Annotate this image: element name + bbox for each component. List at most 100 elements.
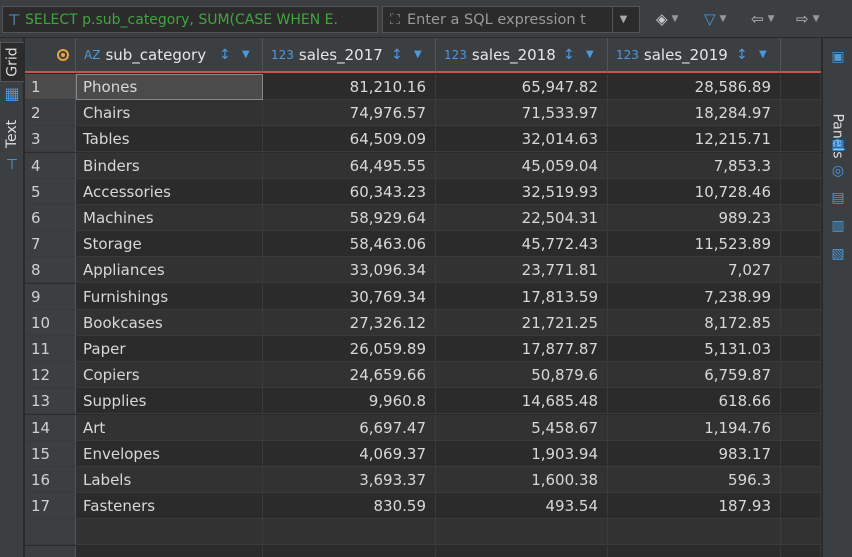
row-number[interactable]: 9 bbox=[25, 283, 76, 310]
grouping-icon[interactable]: ▥ bbox=[829, 217, 847, 235]
cell-sales-2019[interactable]: 1,194.76 bbox=[608, 414, 781, 441]
cell-sub-category[interactable]: Copiers bbox=[76, 362, 263, 389]
table-row[interactable]: 8 Appliances 33,096.34 23,771.81 7,027 bbox=[25, 257, 821, 284]
column-filter-icon[interactable]: ▼ bbox=[242, 49, 250, 60]
chevron-down-icon[interactable]: ▼ bbox=[672, 14, 679, 24]
cell-sales-2018[interactable]: 17,877.87 bbox=[436, 336, 608, 362]
column-header-sales-2019[interactable]: 123 sales_2019 ↕ ▼ bbox=[608, 38, 781, 73]
table-row[interactable]: 4 Binders 64,495.55 45,059.04 7,853.3 bbox=[25, 152, 821, 179]
table-row[interactable]: 12 Copiers 24,659.66 50,879.6 6,759.87 bbox=[25, 362, 821, 389]
table-row[interactable]: 7 Storage 58,463.06 45,772.43 11,523.89 bbox=[25, 231, 821, 258]
cell-sales-2017[interactable]: 33,096.34 bbox=[263, 257, 436, 284]
cell-sales-2017[interactable]: 81,210.16 bbox=[263, 74, 436, 100]
cell-sub-category[interactable]: Accessories bbox=[76, 178, 263, 205]
cell-sales-2017[interactable]: 74,976.57 bbox=[263, 100, 436, 127]
table-row[interactable]: 1 Phones 81,210.16 65,947.82 28,586.89 bbox=[25, 74, 821, 100]
tab-grid[interactable]: Grid bbox=[0, 42, 24, 82]
table-row[interactable]: 5 Accessories 60,343.23 32,519.93 10,728.46 bbox=[25, 178, 821, 205]
table-row[interactable]: 2 Chairs 74,976.57 71,533.97 18,284.97 bbox=[25, 100, 821, 127]
cell-sales-2019[interactable]: 7,238.99 bbox=[608, 283, 781, 310]
table-row[interactable]: 13 Supplies 9,960.8 14,685.48 618.66 bbox=[25, 388, 821, 415]
cell-sub-category[interactable]: Paper bbox=[76, 336, 263, 362]
metadata-icon[interactable]: ◎ bbox=[829, 162, 847, 180]
references-icon[interactable]: ▧ bbox=[829, 245, 847, 263]
cell-sub-category[interactable]: Labels bbox=[76, 467, 263, 493]
cell-sales-2019[interactable]: 5,131.03 bbox=[608, 336, 781, 362]
cell-sales-2019[interactable]: 983.17 bbox=[608, 440, 781, 467]
cell-sales-2018[interactable]: 32,519.93 bbox=[436, 178, 608, 205]
cell-sales-2018[interactable]: 32,014.63 bbox=[436, 126, 608, 153]
cell-sales-2019[interactable]: 18,284.97 bbox=[608, 100, 781, 127]
cell-sales-2017[interactable]: 26,059.89 bbox=[263, 336, 436, 362]
cell-sub-category[interactable]: Fasteners bbox=[76, 493, 263, 520]
cell-sales-2018[interactable]: 65,947.82 bbox=[436, 74, 608, 100]
cell-sales-2018[interactable]: 45,059.04 bbox=[436, 152, 608, 179]
row-number[interactable]: 14 bbox=[25, 414, 76, 441]
cell-sales-2017[interactable]: 24,659.66 bbox=[263, 362, 436, 389]
table-row[interactable]: 15 Envelopes 4,069.37 1,903.94 983.17 bbox=[25, 440, 821, 467]
sort-icon[interactable]: ↕ bbox=[391, 47, 403, 63]
cell-sub-category[interactable]: Furnishings bbox=[76, 283, 263, 310]
cell-sales-2017[interactable]: 27,326.12 bbox=[263, 309, 436, 336]
filter-button[interactable]: ▽ ▼ bbox=[704, 8, 726, 30]
chevron-down-icon[interactable]: ▼ bbox=[720, 14, 727, 24]
row-number[interactable]: 7 bbox=[25, 231, 76, 258]
column-filter-icon[interactable]: ▼ bbox=[586, 49, 594, 60]
cell-sales-2019[interactable]: 187.93 bbox=[608, 493, 781, 520]
cell-sub-category[interactable]: Appliances bbox=[76, 257, 263, 284]
row-number[interactable]: 13 bbox=[25, 388, 76, 415]
table-row[interactable]: 16 Labels 3,693.37 1,600.38 596.3 bbox=[25, 467, 821, 493]
panels-icon[interactable]: ▣ bbox=[829, 48, 847, 66]
sort-icon[interactable]: ↕ bbox=[736, 47, 748, 63]
cell-sales-2018[interactable]: 22,504.31 bbox=[436, 205, 608, 231]
clear-filter-button[interactable]: ◈ ▼ bbox=[656, 8, 678, 30]
cell-sales-2019[interactable]: 12,215.71 bbox=[608, 126, 781, 153]
sort-icon[interactable]: ↕ bbox=[219, 47, 231, 63]
row-number[interactable]: 15 bbox=[25, 440, 76, 467]
cell-sub-category[interactable]: Storage bbox=[76, 231, 263, 258]
row-number[interactable]: 2 bbox=[25, 100, 76, 127]
grid-corner[interactable] bbox=[25, 38, 76, 73]
cell-sales-2019[interactable]: 989.23 bbox=[608, 205, 781, 231]
sort-icon[interactable]: ↕ bbox=[563, 47, 575, 63]
row-number[interactable]: 11 bbox=[25, 336, 76, 362]
column-filter-icon[interactable]: ▼ bbox=[414, 49, 422, 60]
table-row[interactable]: 11 Paper 26,059.89 17,877.87 5,131.03 bbox=[25, 336, 821, 362]
cell-sub-category[interactable]: Chairs bbox=[76, 100, 263, 127]
filter-input[interactable] bbox=[407, 11, 612, 28]
forward-button[interactable]: ⇨ ▼ bbox=[796, 8, 820, 30]
filter-history-dropdown[interactable]: ▼ bbox=[612, 7, 634, 32]
cell-sub-category[interactable]: Binders bbox=[76, 152, 263, 179]
chevron-down-icon[interactable]: ▼ bbox=[768, 14, 775, 24]
cell-sub-category[interactable]: Envelopes bbox=[76, 440, 263, 467]
cell-sales-2019[interactable]: 7,027 bbox=[608, 257, 781, 284]
cell-sales-2019[interactable]: 618.66 bbox=[608, 388, 781, 415]
column-header-sub-category[interactable]: AZ sub_category ↕ ▼ bbox=[76, 38, 263, 73]
row-number[interactable]: 8 bbox=[25, 257, 76, 284]
cell-sales-2017[interactable]: 830.59 bbox=[263, 493, 436, 520]
cell-sales-2017[interactable]: 60,343.23 bbox=[263, 178, 436, 205]
cell-sales-2018[interactable]: 17,813.59 bbox=[436, 283, 608, 310]
row-number[interactable]: 12 bbox=[25, 362, 76, 389]
cell-sub-category[interactable]: Phones bbox=[76, 74, 263, 100]
text-view-icon[interactable]: ⊤ bbox=[0, 154, 24, 176]
row-number[interactable]: 17 bbox=[25, 493, 76, 520]
cell-sales-2018[interactable]: 21,721.25 bbox=[436, 309, 608, 336]
back-button[interactable]: ⇦ ▼ bbox=[751, 8, 775, 30]
cell-sales-2018[interactable]: 45,772.43 bbox=[436, 231, 608, 258]
cell-sales-2017[interactable]: 58,463.06 bbox=[263, 231, 436, 258]
cell-sales-2019[interactable]: 7,853.3 bbox=[608, 152, 781, 179]
cell-sales-2018[interactable]: 14,685.48 bbox=[436, 388, 608, 415]
cell-sales-2018[interactable]: 1,600.38 bbox=[436, 467, 608, 493]
row-number[interactable]: 3 bbox=[25, 126, 76, 153]
cell-sub-category[interactable]: Bookcases bbox=[76, 309, 263, 336]
row-number[interactable]: 4 bbox=[25, 152, 76, 179]
calculator-icon[interactable]: ▤ bbox=[829, 189, 847, 207]
cell-sales-2018[interactable]: 50,879.6 bbox=[436, 362, 608, 389]
cell-sub-category[interactable]: Tables bbox=[76, 126, 263, 153]
cell-sales-2017[interactable]: 6,697.47 bbox=[263, 414, 436, 441]
cell-sales-2017[interactable]: 64,509.09 bbox=[263, 126, 436, 153]
cell-sub-category[interactable]: Art bbox=[76, 414, 263, 441]
table-row[interactable]: 9 Furnishings 30,769.34 17,813.59 7,238.99 bbox=[25, 283, 821, 310]
cell-sales-2019[interactable]: 8,172.85 bbox=[608, 309, 781, 336]
